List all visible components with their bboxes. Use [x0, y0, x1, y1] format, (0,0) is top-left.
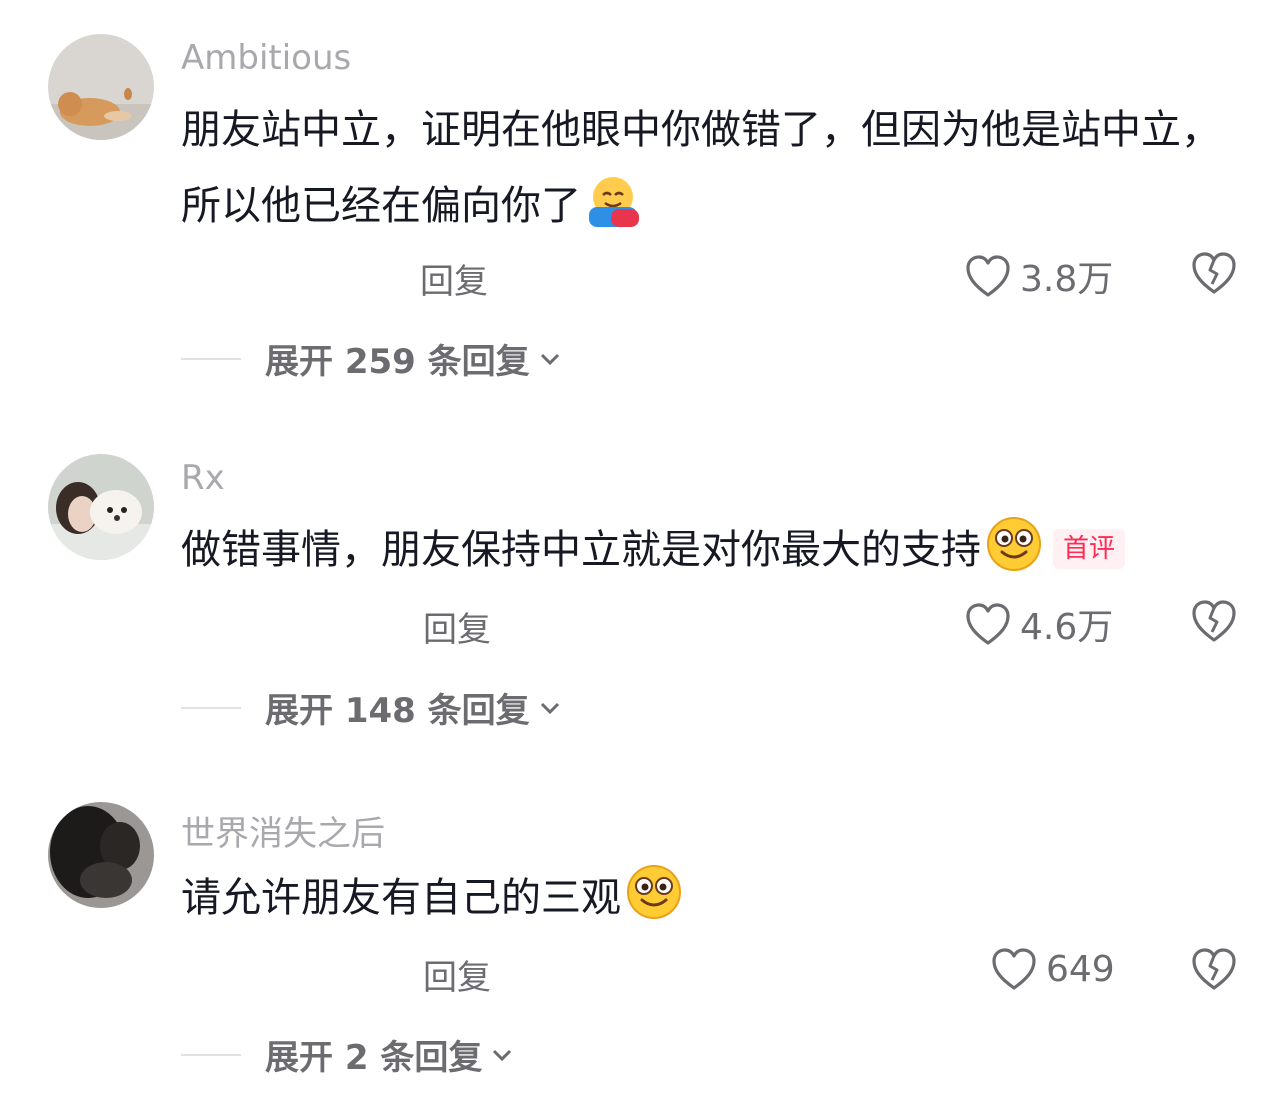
divider-line — [181, 357, 241, 360]
reply-button[interactable]: 回复 — [423, 602, 491, 651]
avatar[interactable] — [48, 802, 154, 908]
heart-icon — [966, 603, 1010, 645]
reply-button[interactable]: 回复 — [423, 950, 491, 999]
comment-body: 做错事情，朋友保持中立就是对你最大的支持 — [181, 527, 981, 573]
like-count: 649 — [1046, 948, 1115, 990]
expand-replies-label: 展开 148 条回复 — [265, 691, 530, 731]
divider-line — [181, 706, 241, 709]
heart-icon — [966, 255, 1010, 297]
like-button[interactable]: 649 — [990, 946, 1115, 992]
username[interactable]: 世界消失之后 — [181, 806, 385, 855]
expand-replies-button[interactable]: 展开 2 条回复 — [181, 1030, 514, 1079]
expand-replies-label: 展开 2 条回复 — [265, 1038, 483, 1078]
avatar[interactable] — [48, 454, 154, 560]
dislike-button[interactable] — [1190, 946, 1238, 996]
like-button[interactable]: 3.8万 — [964, 250, 1113, 302]
smiling-face-emoji-icon — [985, 515, 1043, 598]
comment-text: 做错事情，朋友保持中立就是对你最大的支持 首评 — [181, 512, 1256, 598]
dislike-button[interactable] — [1190, 598, 1238, 648]
username[interactable]: Rx — [181, 458, 225, 498]
heart-icon — [992, 948, 1036, 990]
expand-replies-button[interactable]: 展开 148 条回复 — [181, 683, 562, 732]
expand-replies-button[interactable]: 展开 259 条回复 — [181, 334, 562, 383]
chevron-down-icon — [540, 353, 559, 365]
like-button[interactable]: 4.6万 — [964, 598, 1113, 650]
like-count: 3.8万 — [1020, 259, 1114, 300]
username[interactable]: Ambitious — [181, 38, 351, 78]
broken-heart-icon — [1192, 252, 1236, 294]
broken-heart-icon — [1192, 948, 1236, 990]
dislike-button[interactable] — [1190, 250, 1238, 300]
comment-body: 朋友站中立，证明在他眼中你做错了，但因为他是站中立，所以他已经在偏向你了 — [181, 107, 1221, 229]
like-count: 4.6万 — [1020, 607, 1114, 648]
broken-heart-icon — [1192, 600, 1236, 642]
avatar[interactable] — [48, 34, 154, 140]
expand-replies-label: 展开 259 条回复 — [265, 342, 530, 382]
avatar-dark-portrait-image — [48, 802, 154, 908]
avatar-cat-image — [48, 34, 154, 140]
comment-body: 请允许朋友有自己的三观 — [181, 875, 621, 921]
chevron-down-icon — [493, 1049, 512, 1061]
reply-button[interactable]: 回复 — [420, 254, 488, 303]
smiling-face-emoji-icon — [625, 863, 683, 946]
first-comment-badge: 首评 — [1053, 529, 1126, 569]
chevron-down-icon — [540, 702, 559, 714]
hugging-face-emoji-icon — [585, 173, 641, 254]
comment-text: 请允许朋友有自己的三观 — [181, 860, 1256, 946]
divider-line — [181, 1053, 241, 1056]
avatar-girl-dog-image — [48, 454, 154, 560]
comment-text: 朋友站中立，证明在他眼中你做错了，但因为他是站中立，所以他已经在偏向你了 — [181, 92, 1256, 254]
